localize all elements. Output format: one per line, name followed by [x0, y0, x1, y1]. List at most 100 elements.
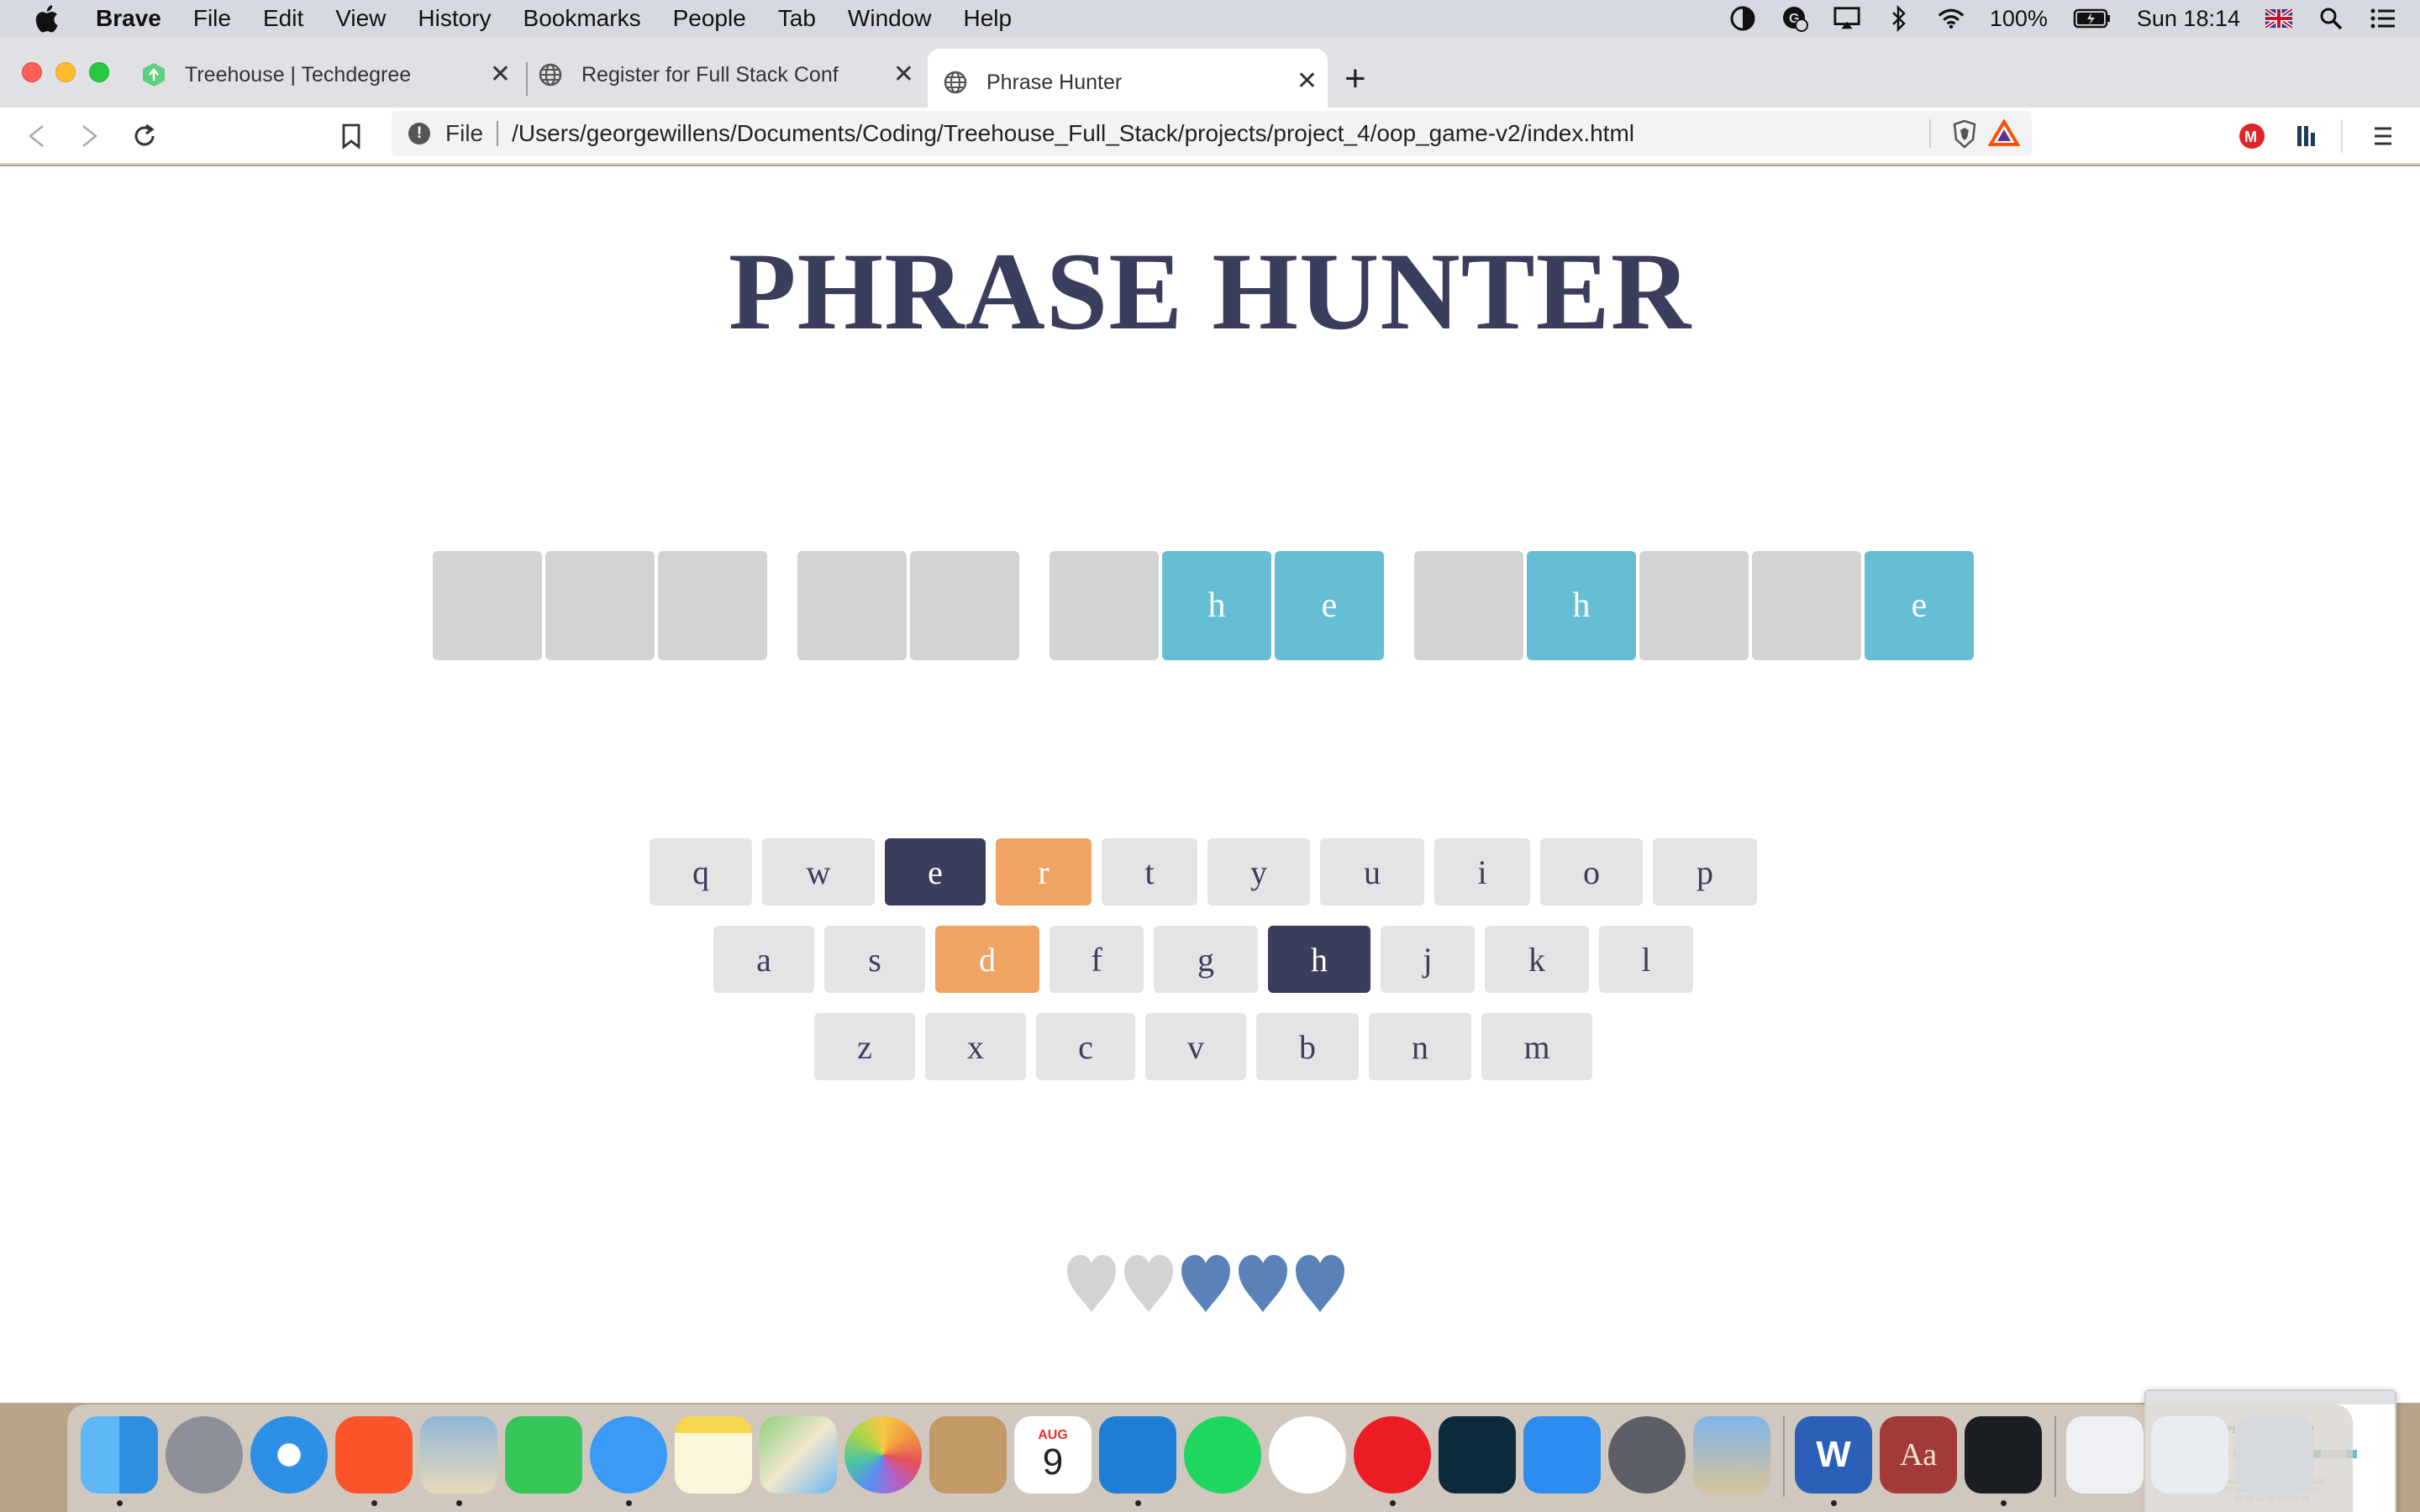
address-bar[interactable]: ! File /Users/georgewillens/Documents/Co… — [392, 111, 2032, 156]
spotify-icon[interactable] — [1184, 1416, 1261, 1494]
menu-help[interactable]: Help — [964, 5, 1013, 32]
menu-view[interactable]: View — [335, 5, 386, 32]
key-o[interactable]: o — [1540, 838, 1643, 906]
uk-flag-icon[interactable] — [2265, 5, 2292, 32]
key-l[interactable]: l — [1599, 926, 1693, 993]
extension-m-icon: M — [2239, 123, 2265, 149]
downloads-stack-icon[interactable] — [2066, 1416, 2144, 1494]
key-u[interactable]: u — [1320, 838, 1424, 906]
key-j[interactable]: j — [1381, 926, 1475, 993]
dictionary-icon[interactable]: Aa — [1880, 1416, 1957, 1494]
dashlane-icon[interactable] — [1439, 1416, 1516, 1494]
key-v[interactable]: v — [1145, 1013, 1246, 1080]
menu-people[interactable]: People — [673, 5, 746, 32]
system-preferences-icon[interactable] — [1608, 1416, 1686, 1494]
battery-icon[interactable] — [2073, 5, 2112, 32]
macos-dock: AUG 9 W Aa — [67, 1404, 2353, 1512]
lost-heart-icon — [1124, 1255, 1173, 1312]
app-store-icon[interactable] — [1523, 1416, 1601, 1494]
key-x[interactable]: x — [925, 1013, 1026, 1080]
extension-button[interactable]: M — [2233, 118, 2270, 155]
new-tab-button[interactable]: + — [1344, 60, 1366, 97]
maps-icon[interactable] — [760, 1416, 837, 1494]
notes-icon[interactable] — [675, 1416, 752, 1494]
brave-shields-icon[interactable] — [1951, 119, 1978, 155]
url-text[interactable]: /Users/georgewillens/Documents/Coding/Tr… — [512, 120, 1634, 147]
wifi-icon[interactable] — [1938, 5, 1965, 32]
mail-icon[interactable] — [420, 1416, 497, 1494]
key-t[interactable]: t — [1102, 838, 1197, 906]
key-f[interactable]: f — [1050, 926, 1144, 993]
tab-close-icon[interactable]: ✕ — [1297, 69, 1318, 94]
keyboard-row: zxcvbnm — [0, 1013, 2420, 1082]
apple-menu-icon[interactable] — [34, 4, 59, 33]
key-m[interactable]: m — [1481, 1013, 1592, 1080]
calendar-icon[interactable]: AUG 9 — [1014, 1416, 1092, 1494]
site-info-icon[interactable]: ! — [408, 123, 430, 144]
key-s[interactable]: s — [824, 926, 925, 993]
contrast-icon[interactable] — [1729, 5, 1756, 32]
key-i[interactable]: i — [1434, 838, 1530, 906]
bookmark-button[interactable] — [333, 118, 370, 155]
menu-edit[interactable]: Edit — [263, 5, 303, 32]
key-z[interactable]: z — [814, 1013, 915, 1080]
back-button[interactable] — [18, 118, 55, 155]
extension-button[interactable] — [2287, 118, 2324, 155]
key-q[interactable]: q — [650, 838, 752, 906]
key-p[interactable]: p — [1653, 838, 1757, 906]
tab-treehouse[interactable]: Treehouse | Techdegree ✕ — [134, 54, 521, 96]
trash-icon[interactable] — [2236, 1416, 2313, 1494]
menu-bookmarks[interactable]: Bookmarks — [523, 5, 641, 32]
dock-separator — [2054, 1416, 2056, 1497]
spotlight-icon[interactable] — [2317, 5, 2344, 32]
facetime-icon[interactable] — [505, 1416, 582, 1494]
slack-icon[interactable] — [1269, 1416, 1346, 1494]
menu-app-brave[interactable]: Brave — [96, 5, 161, 32]
authy-icon[interactable] — [1354, 1416, 1431, 1494]
airplay-icon[interactable] — [1833, 5, 1860, 32]
browser-menu-button[interactable] — [2365, 118, 2402, 155]
activity-monitor-icon[interactable] — [1965, 1416, 2042, 1494]
key-a[interactable]: a — [713, 926, 814, 993]
key-c[interactable]: c — [1036, 1013, 1135, 1080]
menu-clock[interactable]: Sun 18:14 — [2137, 6, 2240, 32]
messages-icon[interactable] — [590, 1416, 667, 1494]
documents-stack-icon[interactable] — [2151, 1416, 2228, 1494]
svg-text:M: M — [2244, 129, 2257, 145]
vpn-icon[interactable]: G — [1781, 5, 1808, 32]
word-icon[interactable]: W — [1795, 1416, 1872, 1494]
menu-file[interactable]: File — [193, 5, 231, 32]
menu-window[interactable]: Window — [848, 5, 932, 32]
bluetooth-icon[interactable] — [1886, 5, 1912, 32]
safari-icon[interactable] — [250, 1416, 328, 1494]
key-g[interactable]: g — [1154, 926, 1258, 993]
tab-register-conf[interactable]: Register for Full Stack Conf ✕ — [538, 54, 924, 96]
brave-rewards-icon[interactable] — [1987, 118, 2021, 154]
window-close-button[interactable] — [22, 62, 42, 82]
key-b[interactable]: b — [1256, 1013, 1359, 1080]
photos-icon[interactable] — [844, 1416, 922, 1494]
key-w[interactable]: w — [762, 838, 875, 906]
reload-button[interactable] — [126, 118, 163, 155]
brave-icon[interactable] — [335, 1416, 413, 1494]
window-zoom-button[interactable] — [89, 62, 109, 82]
tab-close-icon[interactable]: ✕ — [490, 62, 511, 87]
finder-icon[interactable] — [81, 1416, 158, 1494]
lost-heart-icon — [1067, 1255, 1116, 1312]
tab-phrase-hunter[interactable]: Phrase Hunter ✕ — [928, 49, 1328, 116]
launchpad-icon[interactable] — [166, 1416, 243, 1494]
window-minimize-button[interactable] — [55, 62, 76, 82]
key-y[interactable]: y — [1207, 838, 1310, 906]
control-center-icon[interactable] — [2370, 5, 2396, 32]
word-icon-letter: W — [1816, 1434, 1851, 1475]
preview-icon[interactable] — [1693, 1416, 1770, 1494]
forward-button[interactable] — [71, 118, 108, 155]
menu-tab[interactable]: Tab — [778, 5, 816, 32]
key-k[interactable]: k — [1485, 926, 1589, 993]
key-n[interactable]: n — [1369, 1013, 1471, 1080]
tab-close-icon[interactable]: ✕ — [893, 62, 914, 87]
page-title: PHRASE HUNTER — [728, 229, 1692, 353]
vscode-icon[interactable] — [1099, 1416, 1176, 1494]
contacts-icon[interactable] — [929, 1416, 1007, 1494]
menu-history[interactable]: History — [418, 5, 491, 32]
